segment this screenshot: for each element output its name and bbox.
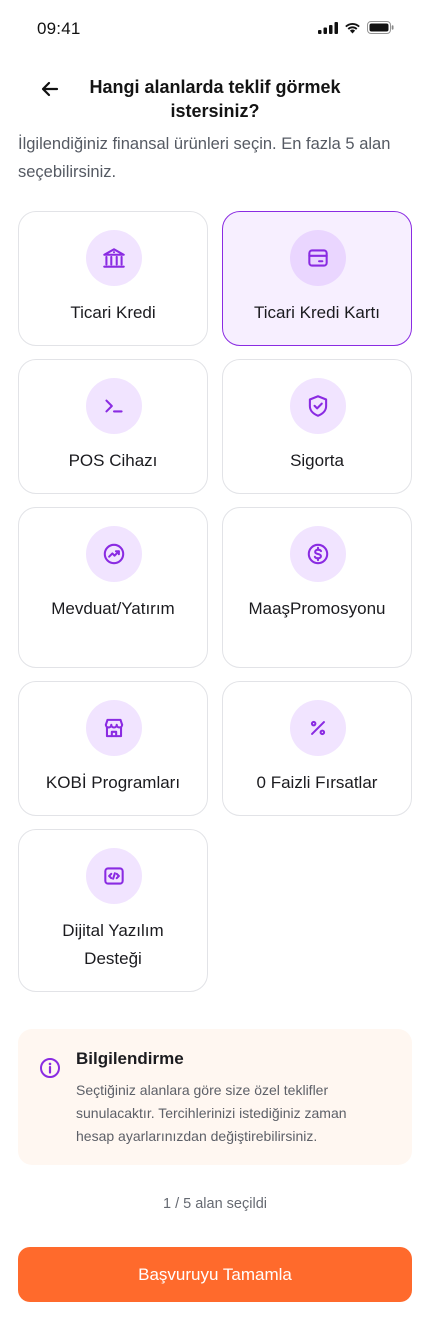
option-card-maas-promosyonu[interactable]: MaaşPromosyonu bbox=[222, 507, 412, 668]
option-card-ticari-kredi[interactable]: Ticari Kredi bbox=[18, 211, 208, 346]
battery-icon bbox=[367, 21, 394, 39]
info-icon bbox=[40, 1058, 60, 1078]
terminal-icon bbox=[86, 378, 142, 434]
back-button[interactable] bbox=[38, 77, 62, 101]
status-time: 09:41 bbox=[37, 19, 81, 38]
store-icon bbox=[86, 700, 142, 756]
bank-icon bbox=[86, 230, 142, 286]
option-card-sigorta[interactable]: Sigorta bbox=[222, 359, 412, 494]
option-card-pos-cihazi[interactable]: POS Cihazı bbox=[18, 359, 208, 494]
page-subtitle: İlgilendiğiniz finansal ürünleri seçin. … bbox=[18, 135, 391, 181]
option-label: MaaşPromosyonu bbox=[248, 599, 386, 618]
option-label: KOBİ Programları bbox=[45, 773, 181, 792]
credit-card-icon bbox=[290, 230, 346, 286]
option-label: POS Cihazı bbox=[68, 451, 158, 470]
status-bar: 09:41 bbox=[0, 0, 430, 60]
percent-icon bbox=[290, 700, 346, 756]
option-label: Sigorta bbox=[290, 451, 344, 470]
arrow-left-icon bbox=[41, 81, 59, 97]
option-label: Mevduat/Yatırım bbox=[51, 599, 175, 618]
option-label: Ticari Kredi bbox=[70, 303, 156, 322]
option-label: Dijital Yazılım Desteği bbox=[62, 921, 164, 968]
option-card-kobi-programlari[interactable]: KOBİ Programları bbox=[18, 681, 208, 816]
option-card-dijital-yazilim-destegi[interactable]: Dijital Yazılım Desteği bbox=[18, 829, 208, 992]
trending-up-icon bbox=[86, 526, 142, 582]
option-card-0-faizli-firsatlar[interactable]: 0 Faizli Fırsatlar bbox=[222, 681, 412, 816]
signal-icon bbox=[318, 21, 338, 39]
option-card-ticari-kredi-karti[interactable]: Ticari Kredi Kartı bbox=[222, 211, 412, 346]
option-label: Ticari Kredi Kartı bbox=[254, 303, 380, 322]
code-icon bbox=[86, 848, 142, 904]
info-box: Bilgilendirme Seçtiğiniz alanlara göre s… bbox=[18, 1029, 412, 1165]
header: Hangi alanlarda teklif görmek istersiniz… bbox=[0, 75, 430, 127]
selection-counter: 1 / 5 alan seçildi bbox=[163, 1196, 267, 1212]
status-icons bbox=[318, 21, 394, 39]
shield-check-icon bbox=[290, 378, 346, 434]
wifi-icon bbox=[344, 21, 361, 39]
submit-button[interactable]: Başvuruyu Tamamla bbox=[18, 1247, 412, 1302]
info-title: Bilgilendirme bbox=[76, 1049, 184, 1068]
page-title: Hangi alanlarda teklif görmek istersiniz… bbox=[89, 77, 341, 121]
option-card-mevduat-yatirim[interactable]: Mevduat/Yatırım bbox=[18, 507, 208, 668]
dollar-icon bbox=[290, 526, 346, 582]
option-label: 0 Faizli Fırsatlar bbox=[256, 773, 378, 792]
info-text: Seçtiğiniz alanlara göre size özel tekli… bbox=[76, 1082, 347, 1144]
